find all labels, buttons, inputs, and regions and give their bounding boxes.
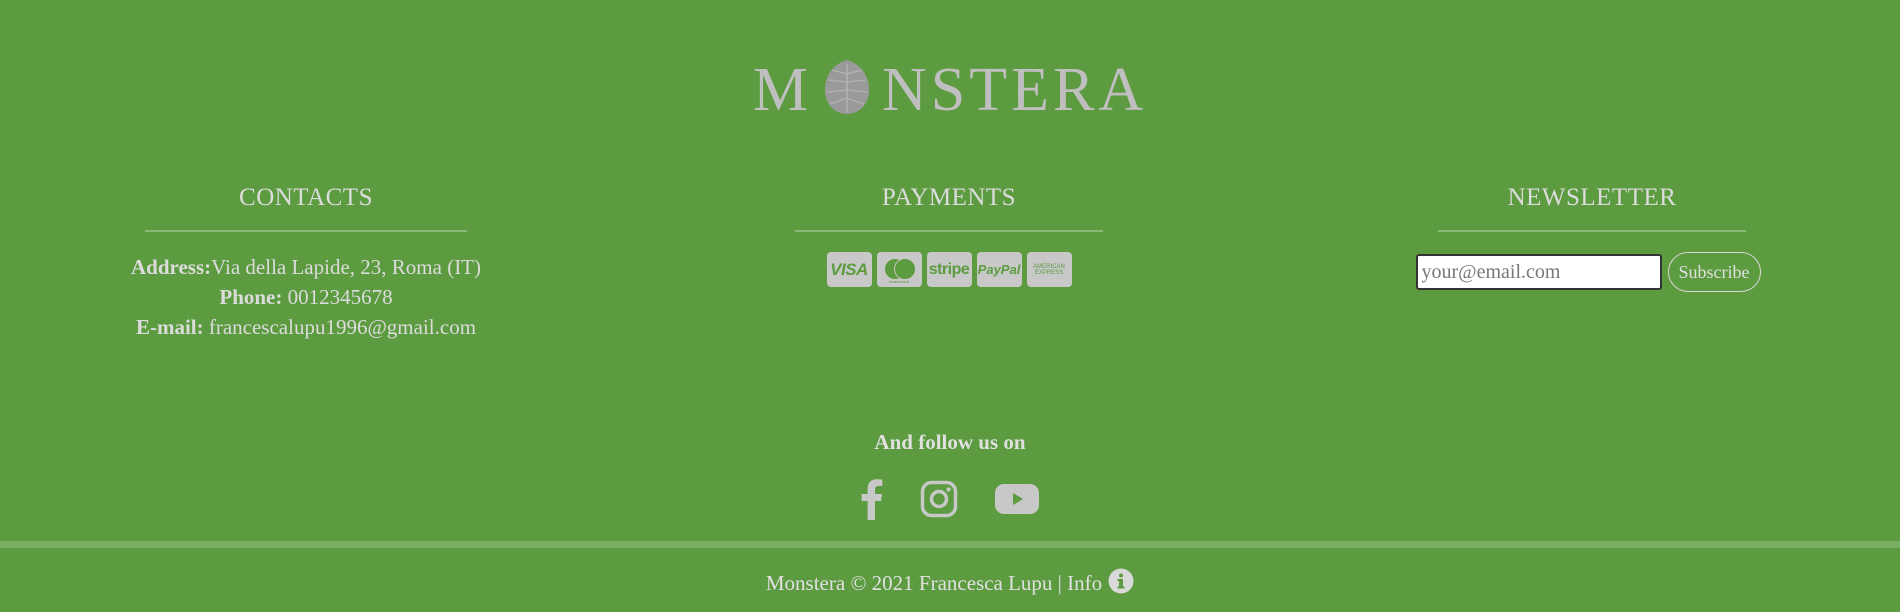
visa-icon: VISA [826,252,872,287]
contacts-heading: CONTACTS [239,184,373,211]
amex-label: AMERICAN EXPRESS [1033,263,1065,276]
logo-text-end: NSTERA [882,56,1148,124]
brand-logo[interactable]: M NSTERA [0,58,1900,127]
youtube-icon[interactable] [994,476,1040,522]
copyright-line: Monstera © 2021 Francesca Lupu | Info [0,568,1900,600]
payments-heading: PAYMENTS [881,184,1017,211]
instagram-icon[interactable] [920,476,958,522]
address-label: Address: [130,255,212,279]
info-icon[interactable] [1108,568,1134,600]
paypal-label: PayPal [977,262,1021,277]
amex-icon: AMERICAN EXPRESS [1026,252,1072,287]
site-footer: M NSTERA CONTACTS Address:Via della Lapi… [0,0,1900,612]
email-input[interactable] [1415,254,1662,290]
payments-divider [795,230,1103,232]
address-value: Via della Lapide, 23, Roma (IT) [211,255,482,279]
payment-cards: VISA mastercard stripe PayPal AMERICAN E… [770,252,1128,287]
logo-text-start: M [752,56,812,124]
facebook-icon[interactable] [860,476,884,522]
mastercard-label: mastercard [888,278,909,284]
paypal-icon: PayPal [976,252,1022,287]
footer-divider [0,541,1900,548]
subscribe-button[interactable]: Subscribe [1667,252,1761,292]
social-links [0,476,1900,522]
newsletter-heading: NEWSLETTER [1507,184,1677,211]
visa-label: VISA [830,259,868,279]
contacts-section: CONTACTS Address:Via della Lapide, 23, R… [120,184,492,342]
email-line: E-mail: francescalupu1996@gmail.com [120,312,492,342]
contacts-divider [145,230,467,232]
address-line: Address:Via della Lapide, 23, Roma (IT) [120,252,492,282]
phone-label: Phone: [219,285,283,309]
newsletter-divider [1438,230,1746,232]
stripe-label: stripe [928,260,970,278]
phone-line: Phone: 0012345678 [120,282,492,312]
newsletter-section: NEWSLETTER Subscribe [1402,184,1782,292]
payments-section: PAYMENTS VISA mastercard stripe PayPal A… [770,184,1128,287]
email-value[interactable]: francescalupu1996@gmail.com [209,315,476,339]
monstera-leaf-icon [822,58,872,127]
follow-heading: And follow us on [874,430,1026,454]
stripe-icon: stripe [926,252,972,287]
copyright-text[interactable]: Monstera © 2021 Francesca Lupu | Info [766,571,1102,595]
mastercard-icon: mastercard [876,252,922,287]
phone-value[interactable]: 0012345678 [288,285,393,309]
newsletter-form: Subscribe [1394,252,1782,292]
email-label: E-mail: [135,315,204,339]
